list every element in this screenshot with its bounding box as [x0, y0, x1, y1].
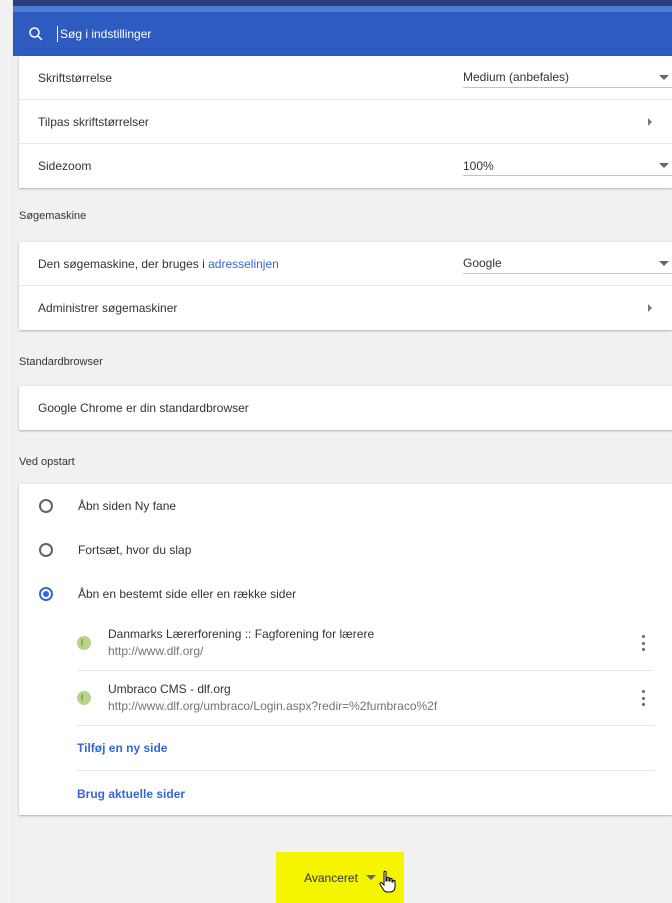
- customize-fonts-label: Tilpas skriftstørrelser: [38, 114, 149, 129]
- search-icon[interactable]: [27, 25, 45, 43]
- more-vert-icon[interactable]: [636, 635, 650, 651]
- radio-button[interactable]: [39, 543, 53, 557]
- font-size-row: Skriftstørrelse Medium (anbefales): [19, 56, 672, 100]
- default-browser-row: Google Chrome er din standardbrowser: [19, 386, 672, 430]
- page-title: Umbraco CMS - dlf.org: [108, 682, 231, 696]
- startup-option-label: Åbn en bestemt side eller en række sider: [78, 587, 297, 601]
- page-zoom-row: Sidezoom 100%: [19, 144, 672, 188]
- default-browser-status: Google Chrome er din standardbrowser: [38, 401, 249, 415]
- search-engine-card: Den søgemaskine, der bruges i adresselin…: [19, 242, 672, 330]
- search-bar[interactable]: [13, 12, 672, 56]
- search-engine-select[interactable]: Google: [463, 254, 672, 274]
- search-input[interactable]: [57, 26, 457, 42]
- page-title: Danmarks Lærerforening :: Fagforening fo…: [108, 627, 375, 641]
- site-favicon-icon: [77, 691, 91, 705]
- chevron-right-icon: [648, 304, 652, 312]
- font-size-select[interactable]: Medium (anbefales): [463, 68, 672, 88]
- page-url: http://www.dlf.org/umbraco/Login.aspx?re…: [108, 699, 438, 713]
- dropdown-arrow-icon: [659, 163, 669, 168]
- font-size-value: Medium (anbefales): [463, 70, 570, 84]
- startup-option-label: Fortsæt, hvor du slap: [78, 543, 192, 557]
- search-engine-section-title: Søgemaskine: [19, 210, 87, 222]
- page-left-border: [12, 0, 13, 903]
- startup-section-title: Ved opstart: [19, 456, 75, 468]
- manage-search-engines-label: Administrer søgemaskiner: [38, 301, 178, 315]
- search-engine-row: Den søgemaskine, der bruges i adresselin…: [19, 242, 672, 286]
- page-zoom-select[interactable]: 100%: [463, 156, 672, 176]
- dropdown-arrow-icon: [659, 74, 669, 80]
- search-engine-value: Google: [463, 256, 502, 270]
- appearance-card: Skriftstørrelse Medium (anbefales) Tilpa…: [19, 56, 672, 188]
- startup-option-label: Åbn siden Ny fane: [78, 499, 177, 513]
- default-browser-card: Google Chrome er din standardbrowser: [19, 386, 672, 430]
- default-browser-section-title: Standardbrowser: [19, 356, 103, 368]
- page-zoom-value: 100%: [463, 158, 494, 173]
- site-favicon-icon: [77, 636, 91, 650]
- startup-option-new-tab[interactable]: Åbn siden Ny fane: [19, 484, 672, 528]
- startup-option-continue[interactable]: Fortsæt, hvor du slap: [19, 528, 672, 572]
- add-page-link[interactable]: Tilføj en ny side: [77, 741, 167, 755]
- startup-option-specific-pages[interactable]: Åbn en bestemt side eller en række sider: [19, 572, 672, 616]
- startup-pages-list: Danmarks Lærerforening :: Fagforening fo…: [77, 616, 654, 816]
- startup-card: Åbn siden Ny fane Fortsæt, hvor du slap …: [19, 484, 672, 815]
- chevron-right-icon: [648, 117, 652, 126]
- chevron-down-icon: [365, 875, 376, 880]
- settings-header: [13, 0, 672, 56]
- hand-cursor-icon: [379, 870, 396, 893]
- manage-search-engines-row[interactable]: Administrer søgemaskiner: [19, 286, 672, 330]
- add-page-row: Tilføj en ny side: [77, 726, 654, 771]
- use-current-pages-link[interactable]: Brug aktuelle sider: [77, 787, 185, 801]
- address-bar-link[interactable]: adresselinjen: [208, 257, 279, 271]
- dropdown-arrow-icon: [659, 260, 669, 266]
- list-item: Danmarks Lærerforening :: Fagforening fo…: [77, 616, 654, 671]
- use-current-pages-row: Brug aktuelle sider: [77, 771, 654, 816]
- search-engine-label-text: Den søgemaskine, der bruges i: [38, 256, 209, 271]
- radio-button[interactable]: [39, 499, 53, 513]
- list-item: Umbraco CMS - dlf.org http://www.dlf.org…: [77, 671, 654, 726]
- page-url: http://www.dlf.org/: [108, 644, 204, 658]
- radio-button-selected[interactable]: [39, 587, 53, 601]
- more-vert-icon[interactable]: [636, 690, 650, 706]
- customize-fonts-row[interactable]: Tilpas skriftstørrelser: [19, 100, 672, 144]
- advanced-label: Avanceret: [304, 870, 358, 885]
